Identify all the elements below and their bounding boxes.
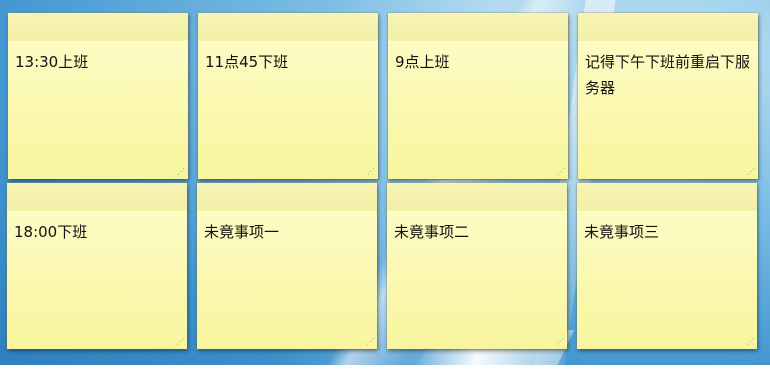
note-text[interactable]: 记得下午下班前重启下服务器: [585, 49, 750, 101]
note-title-bar[interactable]: [8, 13, 188, 42]
note-title-bar[interactable]: [387, 183, 567, 212]
sticky-note-6[interactable]: 未竟事项一 ⋰: [197, 183, 377, 349]
resize-grip-icon[interactable]: ⋰: [746, 338, 754, 346]
sticky-note-7[interactable]: 未竟事项二 ⋰: [387, 183, 567, 349]
sticky-note-5[interactable]: 18:00下班 ⋰: [7, 183, 187, 349]
desktop-background: 13:30上班 ⋰ 11点45下班 ⋰ 9点上班 ⋰ 记得下午下班前重启下服务器…: [0, 0, 770, 390]
note-text[interactable]: 13:30上班: [15, 49, 180, 75]
resize-grip-icon[interactable]: ⋰: [176, 338, 184, 346]
resize-grip-icon[interactable]: ⋰: [367, 168, 375, 176]
sticky-note-1[interactable]: 13:30上班 ⋰: [8, 13, 188, 179]
sticky-note-4[interactable]: 记得下午下班前重启下服务器 ⋰: [578, 13, 758, 179]
note-title-bar[interactable]: [577, 183, 757, 212]
sticky-note-3[interactable]: 9点上班 ⋰: [388, 13, 568, 179]
sticky-note-2[interactable]: 11点45下班 ⋰: [198, 13, 378, 179]
note-title-bar[interactable]: [578, 13, 758, 42]
note-title-bar[interactable]: [197, 183, 377, 212]
note-title-bar[interactable]: [388, 13, 568, 42]
note-title-bar[interactable]: [198, 13, 378, 42]
note-text[interactable]: 未竟事项三: [584, 219, 749, 245]
note-text[interactable]: 18:00下班: [14, 219, 179, 245]
note-text[interactable]: 11点45下班: [205, 49, 370, 75]
resize-grip-icon[interactable]: ⋰: [366, 338, 374, 346]
sticky-note-8[interactable]: 未竟事项三 ⋰: [577, 183, 757, 349]
resize-grip-icon[interactable]: ⋰: [177, 168, 185, 176]
resize-grip-icon[interactable]: ⋰: [557, 168, 565, 176]
note-text[interactable]: 未竟事项一: [204, 219, 369, 245]
note-text[interactable]: 9点上班: [395, 49, 560, 75]
resize-grip-icon[interactable]: ⋰: [556, 338, 564, 346]
resize-grip-icon[interactable]: ⋰: [747, 168, 755, 176]
note-text[interactable]: 未竟事项二: [394, 219, 559, 245]
note-title-bar[interactable]: [7, 183, 187, 212]
